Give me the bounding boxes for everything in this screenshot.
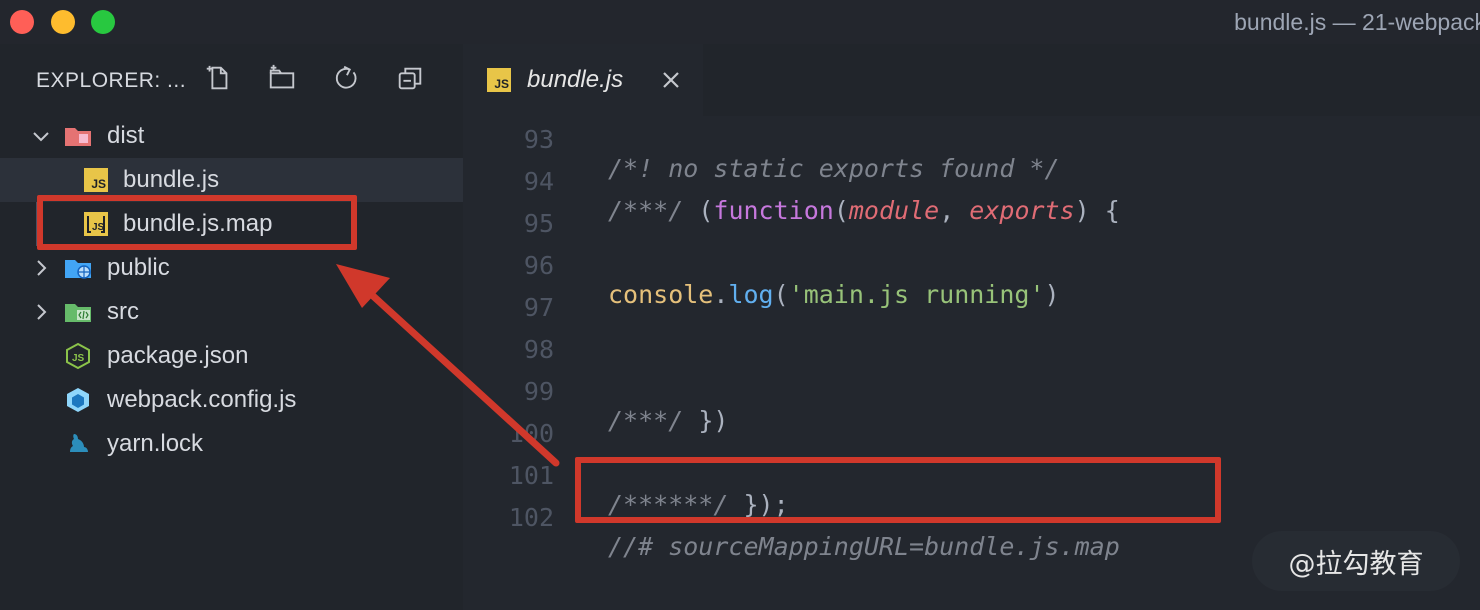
svg-text:JS: JS: [72, 353, 85, 364]
tree-item-webpack-config[interactable]: webpack.config.js: [0, 378, 463, 422]
new-file-icon[interactable]: [202, 62, 234, 94]
tree-item-bundle-js-map[interactable]: JS bundle.js.map: [0, 202, 463, 246]
code-line: 97: [463, 264, 1480, 322]
code-line: 96 console.log('main.js running'): [463, 222, 1480, 309]
close-icon[interactable]: [659, 68, 683, 92]
tree-item-dist[interactable]: dist: [0, 114, 463, 158]
folder-src-icon: [64, 298, 92, 326]
minimize-window-button[interactable]: [51, 10, 75, 34]
chevron-right-icon: [37, 260, 47, 276]
chevron-down-icon: [33, 132, 49, 142]
tree-item-yarn-lock[interactable]: yarn.lock: [0, 422, 463, 466]
code-line: 98: [463, 306, 1480, 364]
js-file-icon: JS: [487, 68, 511, 92]
new-folder-icon[interactable]: [266, 62, 298, 94]
tree-item-src[interactable]: src: [0, 290, 463, 334]
tree-item-label: webpack.config.js: [107, 386, 297, 413]
code-line: 99 /***/ }): [463, 348, 1480, 435]
js-map-file-icon: JS: [82, 210, 110, 238]
title-bar: bundle.js — 21-webpack: [0, 0, 1480, 44]
folder-public-icon: [64, 254, 92, 282]
tree-item-label: bundle.js: [123, 166, 220, 193]
chevron-right-icon: [37, 304, 47, 320]
maximize-window-button[interactable]: [91, 10, 115, 34]
tree-item-label: dist: [107, 122, 145, 149]
window-title: bundle.js — 21-webpack: [1234, 9, 1480, 35]
explorer-title: EXPLORER: ...: [36, 69, 187, 92]
tree-item-label: yarn.lock: [107, 430, 204, 457]
folder-dist-icon: [64, 122, 92, 150]
tab-bar: JS bundle.js: [463, 44, 1480, 116]
tab-label: bundle.js: [527, 66, 624, 93]
code-line: 94 /***/ (function(module, exports) {: [463, 138, 1480, 225]
explorer-sidebar: EXPLORER: ... dist JS bundle.js JS bundl…: [0, 44, 463, 610]
tree-item-label: package.json: [107, 342, 249, 369]
code-line: 101 /******/ });: [463, 432, 1480, 519]
js-file-icon: JS: [82, 166, 110, 194]
editor: JS bundle.js 93 /*! no static exports fo…: [463, 44, 1480, 610]
line-text: //# sourceMappingURL=bundle.js.map: [608, 532, 1120, 561]
code-line: 93 /*! no static exports found */: [463, 116, 1480, 183]
code-line: 100: [463, 390, 1480, 448]
collapse-all-icon[interactable]: [394, 62, 426, 94]
tree-item-label: bundle.js.map: [123, 210, 273, 237]
code-line: 102 //# sourceMappingURL=bundle.js.map: [463, 474, 1480, 561]
tree-item-public[interactable]: public: [0, 246, 463, 290]
tree-item-label: public: [107, 254, 170, 281]
yarn-icon: [64, 430, 92, 458]
webpack-icon: [64, 386, 92, 414]
close-window-button[interactable]: [10, 10, 34, 34]
explorer-header: EXPLORER: ...: [0, 44, 463, 114]
svg-text:JS: JS: [92, 222, 105, 233]
tree-item-package-json[interactable]: JS package.json: [0, 334, 463, 378]
nodejs-icon: JS: [64, 342, 92, 370]
tab-bundle-js[interactable]: JS bundle.js: [463, 44, 703, 116]
refresh-icon[interactable]: [330, 62, 362, 94]
watermark: @拉勾教育: [1252, 531, 1460, 591]
tree-item-bundle-js[interactable]: JS bundle.js: [0, 158, 463, 202]
tree-item-label: src: [107, 298, 139, 325]
line-number: 102: [508, 503, 554, 532]
code-line: 95: [463, 180, 1480, 238]
